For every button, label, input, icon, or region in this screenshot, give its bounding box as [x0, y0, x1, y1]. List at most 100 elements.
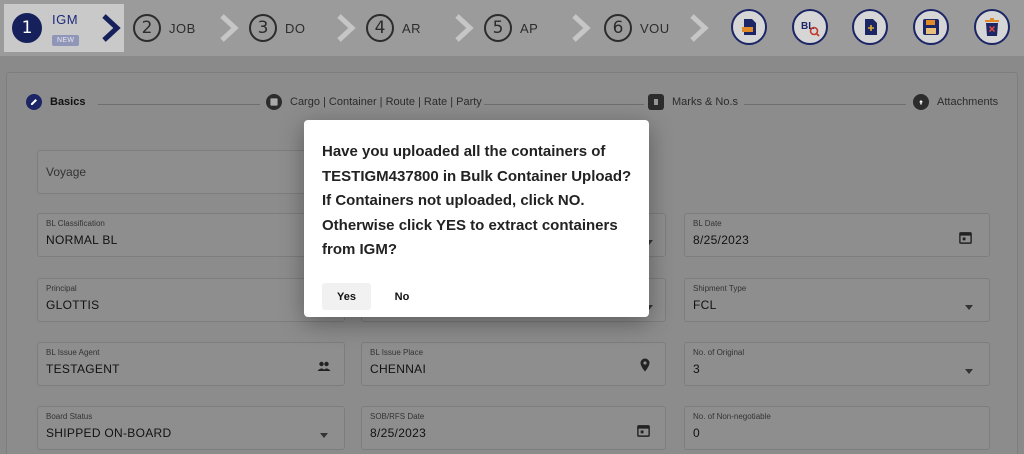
calendar-icon[interactable]	[635, 422, 651, 438]
save-icon	[923, 19, 939, 35]
tab-label: Cargo | Container | Route | Rate | Party	[290, 96, 482, 108]
field-label: SOB/RFS Date	[370, 412, 425, 421]
add-document-icon	[865, 19, 877, 35]
delete-icon	[985, 18, 999, 36]
document-export-icon	[742, 19, 756, 35]
tab-attachments[interactable]: Attachments	[913, 94, 998, 110]
save-button[interactable]	[913, 9, 949, 45]
chevron-right-icon	[570, 13, 592, 43]
chevron-right-icon	[100, 13, 122, 43]
field-label: Shipment Type	[693, 284, 747, 293]
tab-label: Attachments	[937, 96, 999, 108]
tab-divider	[484, 104, 644, 105]
step-number: 2	[133, 14, 161, 42]
field-label: BL Issue Agent	[46, 348, 100, 357]
field-label: BL Classification	[46, 219, 105, 228]
step-label: JOB	[169, 20, 196, 36]
step-do[interactable]: 3 DO	[249, 0, 306, 56]
voyage-field[interactable]: Voyage	[37, 150, 345, 194]
bl-date-field[interactable]: BL Date 8/25/2023	[684, 213, 990, 257]
step-label: AP	[520, 20, 539, 36]
chevron-down-icon[interactable]	[316, 427, 332, 443]
step-igm[interactable]: 1 IGM	[12, 0, 78, 56]
delete-button[interactable]	[974, 9, 1010, 45]
list-icon	[648, 94, 664, 110]
workflow-stepper: 1 IGM NEW 2 JOB 3 DO 4 AR 5 AP 6 VOU BL	[0, 0, 1024, 56]
step-label: AR	[402, 20, 422, 36]
step-label: DO	[285, 20, 306, 36]
no-button[interactable]: No	[382, 283, 422, 310]
chevron-down-icon[interactable]	[961, 363, 977, 379]
step-job[interactable]: 2 JOB	[133, 0, 196, 56]
yes-button[interactable]: Yes	[322, 283, 371, 310]
field-value: 0	[693, 426, 700, 440]
pencil-icon	[26, 94, 42, 110]
step-number: 4	[366, 14, 394, 42]
field-label: Principal	[46, 284, 77, 293]
sob-rfs-date-field[interactable]: SOB/RFS Date 8/25/2023	[361, 406, 666, 450]
shipment-type-field[interactable]: Shipment Type FCL	[684, 278, 990, 322]
field-label: No. of Non-negotiable	[693, 412, 771, 421]
step-ap[interactable]: 5 AP	[484, 0, 538, 56]
dialog-line: Have you uploaded all the containers of	[322, 143, 606, 160]
add-document-button[interactable]	[852, 9, 888, 45]
export-document-button[interactable]	[731, 9, 767, 45]
chevron-right-icon	[688, 13, 710, 43]
field-value: NORMAL BL	[46, 233, 118, 247]
tab-marks[interactable]: Marks & No.s	[648, 94, 738, 110]
tab-divider	[744, 104, 906, 105]
dialog-message: Have you uploaded all the containers of …	[322, 140, 637, 263]
field-value: 3	[693, 362, 700, 376]
chevron-down-icon[interactable]	[961, 299, 977, 315]
dialog-line: If Containers not uploaded, click NO.	[322, 192, 585, 209]
board-status-field[interactable]: Board Status SHIPPED ON-BOARD	[37, 406, 345, 450]
step-number: 6	[604, 14, 632, 42]
calendar-icon[interactable]	[957, 229, 973, 245]
step-ar[interactable]: 4 AR	[366, 0, 421, 56]
chevron-right-icon	[218, 13, 240, 43]
field-value: TESTAGENT	[46, 362, 120, 376]
field-label: BL Date	[693, 219, 722, 228]
tab-label: Marks & No.s	[672, 96, 739, 108]
principal-field[interactable]: Principal GLOTTIS	[37, 278, 345, 322]
step-vou[interactable]: 6 VOU	[604, 0, 670, 56]
no-of-original-field[interactable]: No. of Original 3	[684, 342, 990, 386]
step-label: IGM	[52, 12, 79, 27]
bl-issue-agent-field[interactable]: BL Issue Agent TESTAGENT	[37, 342, 345, 386]
dialog-line: Otherwise click YES to extract container…	[322, 216, 618, 234]
tab-basics[interactable]: Basics	[26, 94, 85, 110]
field-label: Board Status	[46, 412, 93, 421]
svg-text:BL: BL	[801, 21, 814, 32]
field-value: 8/25/2023	[370, 426, 427, 440]
bl-search-icon: BL	[801, 21, 820, 37]
voyage-placeholder: Voyage	[46, 165, 87, 179]
chevron-right-icon	[453, 13, 475, 43]
chevron-right-icon	[335, 13, 357, 43]
grid-icon	[266, 94, 282, 110]
dialog-line: TESTIGM437800 in Bulk Container Upload?	[322, 167, 632, 185]
field-value: 8/25/2023	[693, 233, 750, 247]
cloud-upload-icon	[913, 94, 929, 110]
field-value: FCL	[693, 298, 717, 312]
field-label: BL Issue Place	[370, 348, 424, 357]
confirm-dialog: Have you uploaded all the containers of …	[304, 120, 649, 317]
no-of-non-negotiable-field[interactable]: No. of Non-negotiable 0	[684, 406, 990, 450]
tab-divider	[98, 104, 260, 105]
field-label: No. of Original	[693, 348, 745, 357]
bl-classification-field[interactable]: BL Classification NORMAL BL	[37, 213, 345, 257]
location-pin-icon[interactable]	[637, 357, 653, 373]
step-number: 1	[12, 13, 42, 43]
tab-label: Basics	[50, 96, 86, 108]
field-value: CHENNAI	[370, 362, 427, 376]
step-label: VOU	[640, 20, 670, 36]
step-number: 3	[249, 14, 277, 42]
people-icon[interactable]	[316, 359, 332, 375]
bl-issue-place-field[interactable]: BL Issue Place CHENNAI	[361, 342, 666, 386]
tab-cargo[interactable]: Cargo | Container | Route | Rate | Party	[266, 94, 482, 110]
form-tabs: Basics Cargo | Container | Route | Rate …	[26, 94, 1002, 116]
bl-search-button[interactable]: BL	[792, 9, 828, 45]
field-value: GLOTTIS	[46, 298, 100, 312]
new-badge: NEW	[52, 35, 80, 46]
step-number: 5	[484, 14, 512, 42]
field-value: SHIPPED ON-BOARD	[46, 426, 172, 440]
